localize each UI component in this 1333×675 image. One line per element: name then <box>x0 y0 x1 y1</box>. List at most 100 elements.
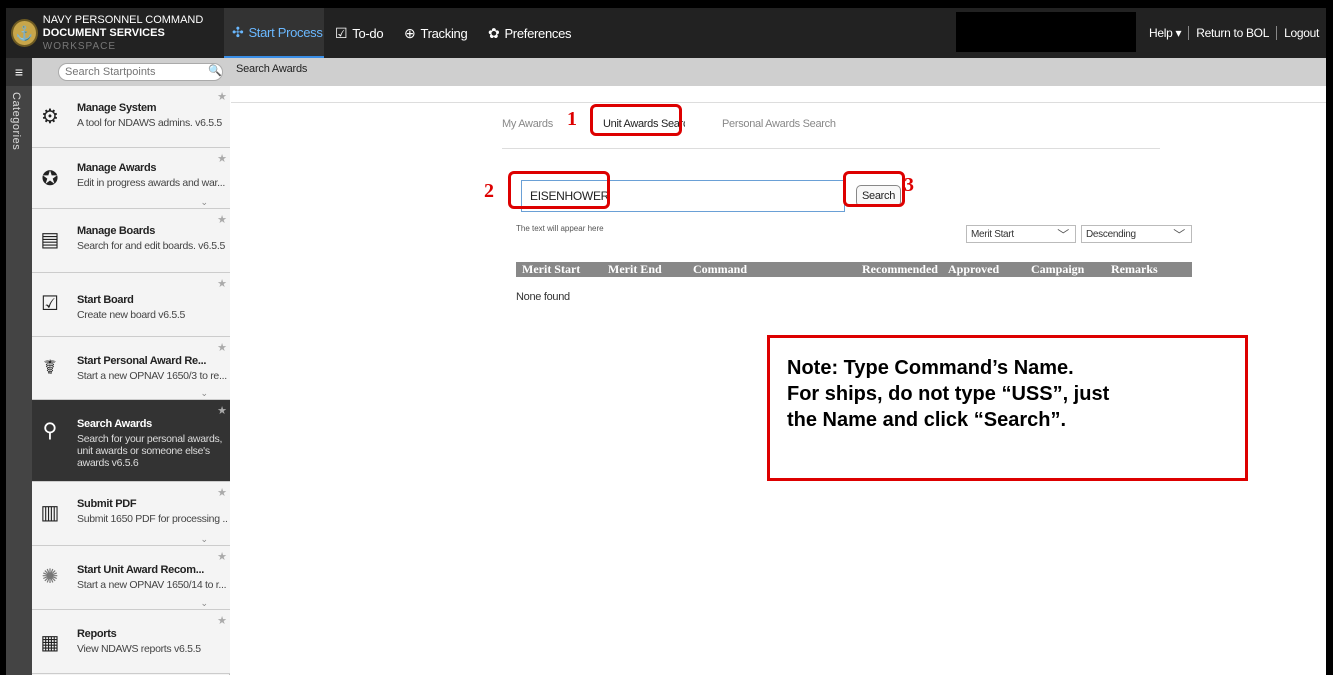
redacted-user-info <box>956 12 1136 52</box>
sidebar-item-desc: Start a new OPNAV 1650/3 to re... <box>77 370 227 382</box>
sidebar-item-title: Start Unit Award Recom... <box>77 564 204 576</box>
column-campaign[interactable]: Campaign <box>1031 262 1084 277</box>
favorite-star-icon[interactable]: ★ <box>217 341 227 354</box>
sidebar-item-desc: Search for your personal awards, unit aw… <box>77 433 223 469</box>
sidebar-item-manage-system[interactable]: ⚙ Manage System A tool for NDAWS admins.… <box>32 86 230 148</box>
sidebar-item-submit-pdf[interactable]: ▥ Submit PDF Submit 1650 PDF for process… <box>32 482 230 546</box>
favorite-star-icon[interactable]: ★ <box>217 550 227 563</box>
annotation-box-2 <box>508 171 610 209</box>
sidebar-item-desc: Edit in progress awards and war... <box>77 177 225 189</box>
award-ribbon-icon: ☤ <box>43 357 57 379</box>
sidebar-item-start-board[interactable]: ☑ Start Board Create new board v6.5.5 ★ <box>32 273 230 337</box>
sidebar-item-manage-awards[interactable]: ✪ Manage Awards Edit in progress awards … <box>32 148 230 209</box>
sidebar-item-title: Manage Boards <box>77 225 156 237</box>
empty-results-text: None found <box>516 291 570 303</box>
sidebar-item-search-awards[interactable]: ⚲ Search Awards Search for your personal… <box>32 400 230 482</box>
help-menu[interactable]: Help ▾ <box>1142 26 1188 40</box>
tab-preferences[interactable]: ✿ Preferences <box>488 8 572 58</box>
tab-tracking[interactable]: ⊕ Tracking <box>404 8 468 58</box>
sidebar-item-title: Reports <box>77 628 117 640</box>
search-hint: The text will appear here <box>516 224 604 233</box>
sidebar-item-desc: Submit 1650 PDF for processing ... <box>77 513 227 525</box>
chevron-down-icon: ﹀ <box>1057 228 1069 242</box>
start-process-icon: ✣ <box>232 23 244 40</box>
annotation-note-box: Note: Type Command’s Name. For ships, do… <box>767 335 1248 481</box>
categories-bar[interactable] <box>6 86 32 675</box>
top-navbar: ⚓ NAVY PERSONNEL COMMAND DOCUMENT SERVIC… <box>6 8 1326 58</box>
sidebar-item-desc: Create new board v6.5.5 <box>77 309 186 321</box>
favorite-star-icon[interactable]: ★ <box>217 90 227 103</box>
sidebar-item-reports[interactable]: ▦ Reports View NDAWS reports v6.5.5 ★ <box>32 610 230 674</box>
tab-start-process[interactable]: ✣ Start Process <box>224 8 324 58</box>
annotation-number-3: 3 <box>904 174 914 196</box>
report-chart-icon: ▦ <box>40 632 60 654</box>
sidebar-item-title: Start Personal Award Re... <box>77 355 207 367</box>
column-recommended[interactable]: Recommended <box>862 262 938 277</box>
chevron-down-icon: ﹀ <box>1173 228 1185 242</box>
favorite-star-icon[interactable]: ★ <box>217 213 227 226</box>
sort-field-select[interactable]: Merit Start ﹀ <box>966 225 1076 243</box>
note-line: Note: Type Command’s Name. <box>787 357 1074 379</box>
favorite-star-icon[interactable]: ★ <box>217 277 227 290</box>
sidebar-item-desc: View NDAWS reports v6.5.5 <box>77 643 201 655</box>
checkbox-icon: ☑ <box>335 24 348 41</box>
app-logo[interactable]: ⚓ NAVY PERSONNEL COMMAND DOCUMENT SERVIC… <box>6 8 231 58</box>
clipboard-add-icon: ☑ <box>41 293 59 315</box>
unit-award-icon: ✺ <box>41 566 59 588</box>
favorite-star-icon[interactable]: ★ <box>217 404 227 417</box>
annotation-box-3 <box>843 171 905 207</box>
favorite-star-icon[interactable]: ★ <box>217 486 227 499</box>
tab-todo-label: To-do <box>352 25 384 41</box>
expand-chevron-icon[interactable]: ⌄ <box>200 598 208 609</box>
return-to-bol-link[interactable]: Return to BOL <box>1189 26 1276 40</box>
app-window: ⚓ NAVY PERSONNEL COMMAND DOCUMENT SERVIC… <box>6 8 1326 675</box>
search-startpoints-input[interactable] <box>58 63 223 81</box>
tab-personal-awards-search[interactable]: Personal Awards Search <box>722 118 836 130</box>
results-table-header: Merit Start Merit End Command Recommende… <box>516 262 1192 277</box>
sidebar-item-title: Manage System <box>77 102 157 114</box>
medals-icon: ✪ <box>41 168 59 190</box>
breadcrumb: Search Awards <box>236 63 308 75</box>
expand-chevron-icon[interactable]: ⌄ <box>200 534 208 545</box>
magnifier-icon: ⚲ <box>42 420 58 442</box>
categories-label[interactable]: Categories <box>10 92 22 150</box>
column-command[interactable]: Command <box>693 262 747 277</box>
annotation-number-2: 2 <box>484 180 494 202</box>
sidebar-item-start-unit-award[interactable]: ✺ Start Unit Award Recom... Start a new … <box>32 546 230 610</box>
sidebar-item-title: Search Awards <box>77 418 152 430</box>
sidebar-item-desc: Search for and edit boards. v6.5.5 <box>77 240 225 252</box>
column-approved[interactable]: Approved <box>948 262 999 277</box>
clipboard-icon: ▤ <box>40 229 60 251</box>
tabs-underline <box>502 148 1160 149</box>
favorite-star-icon[interactable]: ★ <box>217 152 227 165</box>
navy-seal-icon: ⚓ <box>11 19 38 47</box>
sidebar-item-start-personal-award[interactable]: ☤ Start Personal Award Re... Start a new… <box>32 337 230 400</box>
tab-my-awards[interactable]: My Awards <box>502 118 553 130</box>
sort-order-select[interactable]: Descending ﹀ <box>1081 225 1192 243</box>
column-remarks[interactable]: Remarks <box>1111 262 1158 277</box>
tab-preferences-label: Preferences <box>504 25 572 41</box>
sidebar-item-desc: Start a new OPNAV 1650/14 to r... <box>77 579 227 591</box>
note-line: the Name and click “Search”. <box>787 409 1067 431</box>
expand-chevron-icon[interactable]: ⌄ <box>200 197 208 208</box>
startpoints-sidebar: ⚙ Manage System A tool for NDAWS admins.… <box>32 86 230 675</box>
target-icon: ⊕ <box>404 24 416 41</box>
pdf-document-icon: ▥ <box>40 502 60 524</box>
logout-link[interactable]: Logout <box>1277 26 1326 40</box>
tab-tracking-label: Tracking <box>420 25 468 41</box>
search-icon[interactable]: 🔍 <box>208 64 222 77</box>
tab-todo[interactable]: ☑ To-do <box>335 8 384 58</box>
sidebar-item-title: Manage Awards <box>77 162 157 174</box>
expand-chevron-icon[interactable]: ⌄ <box>200 388 208 399</box>
column-merit-start[interactable]: Merit Start <box>522 262 580 277</box>
sidebar-item-desc: A tool for NDAWS admins. v6.5.5 <box>77 117 222 129</box>
tab-start-process-label: Start Process <box>248 24 323 40</box>
gear-icon: ✿ <box>488 24 500 41</box>
favorite-star-icon[interactable]: ★ <box>217 614 227 627</box>
sidebar-item-manage-boards[interactable]: ▤ Manage Boards Search for and edit boar… <box>32 209 230 273</box>
top-right-links: Help ▾ Return to BOL Logout <box>1142 8 1326 58</box>
hamburger-menu-icon[interactable]: ≡ <box>6 58 32 86</box>
annotation-number-1: 1 <box>567 108 577 130</box>
sort-field-value: Merit Start <box>971 228 1014 240</box>
column-merit-end[interactable]: Merit End <box>608 262 662 277</box>
